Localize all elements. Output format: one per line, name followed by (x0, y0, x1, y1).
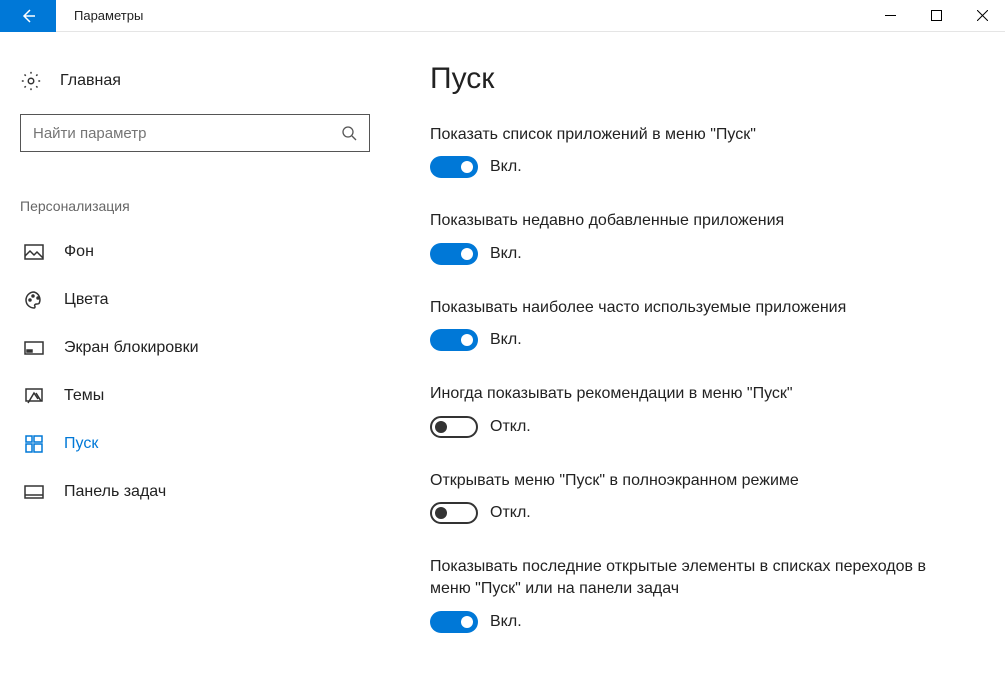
toggle-knob (461, 248, 473, 260)
search-icon (341, 125, 357, 141)
setting-item: Открывать меню "Пуск" в полноэкранном ре… (430, 470, 965, 524)
toggle-row: Вкл. (430, 329, 965, 351)
toggle-state-label: Вкл. (490, 613, 522, 631)
toggle-knob (461, 334, 473, 346)
sidebar-item-background[interactable]: Фон (20, 228, 390, 276)
sidebar-item-label: Экран блокировки (64, 339, 199, 357)
maximize-icon (931, 10, 942, 21)
toggle-row: Откл. (430, 416, 965, 438)
window-title: Параметры (74, 8, 867, 23)
back-button[interactable] (0, 0, 56, 32)
toggle-row: Вкл. (430, 611, 965, 633)
toggle-switch[interactable] (430, 611, 478, 633)
toggle-switch[interactable] (430, 156, 478, 178)
home-nav[interactable]: Главная (20, 62, 390, 108)
minimize-icon (885, 10, 896, 21)
sidebar-item-label: Цвета (64, 291, 109, 309)
minimize-button[interactable] (867, 0, 913, 32)
toggle-switch[interactable] (430, 243, 478, 265)
main-content: Пуск Показать список приложений в меню "… (390, 32, 1005, 676)
setting-item: Показать список приложений в меню "Пуск"… (430, 124, 965, 178)
toggle-knob (435, 507, 447, 519)
toggle-state-label: Вкл. (490, 158, 522, 176)
search-box[interactable] (20, 114, 370, 152)
search-input[interactable] (33, 125, 341, 142)
titlebar: Параметры (0, 0, 1005, 32)
category-label: Персонализация (20, 198, 390, 214)
toggle-state-label: Откл. (490, 504, 531, 522)
sidebar-item-label: Фон (64, 243, 94, 261)
sidebar: Главная Персонализация Фон Цвета Э (0, 32, 390, 676)
palette-icon (24, 290, 44, 310)
sidebar-item-label: Темы (64, 387, 104, 405)
page-title: Пуск (430, 62, 965, 96)
sidebar-item-themes[interactable]: Темы (20, 372, 390, 420)
sidebar-item-taskbar[interactable]: Панель задач (20, 468, 390, 516)
sidebar-item-label: Пуск (64, 435, 98, 453)
arrow-left-icon (20, 8, 36, 24)
setting-label: Показывать наиболее часто используемые п… (430, 297, 950, 319)
setting-label: Открывать меню "Пуск" в полноэкранном ре… (430, 470, 950, 492)
setting-item: Показывать последние открытые элементы в… (430, 556, 965, 633)
toggle-switch[interactable] (430, 329, 478, 351)
setting-label: Иногда показывать рекомендации в меню "П… (430, 383, 950, 405)
toggle-knob (461, 161, 473, 173)
setting-label: Показывать последние открытые элементы в… (430, 556, 950, 601)
setting-label: Показать список приложений в меню "Пуск" (430, 124, 950, 146)
setting-item: Показывать недавно добавленные приложени… (430, 210, 965, 264)
image-icon (24, 242, 44, 262)
toggle-knob (435, 421, 447, 433)
toggle-state-label: Вкл. (490, 331, 522, 349)
gear-icon (20, 70, 42, 92)
start-icon (24, 434, 44, 454)
close-button[interactable] (959, 0, 1005, 32)
toggle-knob (461, 616, 473, 628)
toggle-switch[interactable] (430, 502, 478, 524)
setting-item: Показывать наиболее часто используемые п… (430, 297, 965, 351)
taskbar-icon (24, 482, 44, 502)
sidebar-item-start[interactable]: Пуск (20, 420, 390, 468)
setting-label: Показывать недавно добавленные приложени… (430, 210, 950, 232)
lockscreen-icon (24, 338, 44, 358)
toggle-row: Откл. (430, 502, 965, 524)
sidebar-item-colors[interactable]: Цвета (20, 276, 390, 324)
toggle-state-label: Вкл. (490, 245, 522, 263)
maximize-button[interactable] (913, 0, 959, 32)
toggle-switch[interactable] (430, 416, 478, 438)
toggle-row: Вкл. (430, 243, 965, 265)
home-label: Главная (60, 72, 121, 90)
themes-icon (24, 386, 44, 406)
setting-item: Иногда показывать рекомендации в меню "П… (430, 383, 965, 437)
sidebar-item-label: Панель задач (64, 483, 166, 501)
window-controls (867, 0, 1005, 32)
toggle-state-label: Откл. (490, 418, 531, 436)
toggle-row: Вкл. (430, 156, 965, 178)
sidebar-item-lockscreen[interactable]: Экран блокировки (20, 324, 390, 372)
close-icon (977, 10, 988, 21)
